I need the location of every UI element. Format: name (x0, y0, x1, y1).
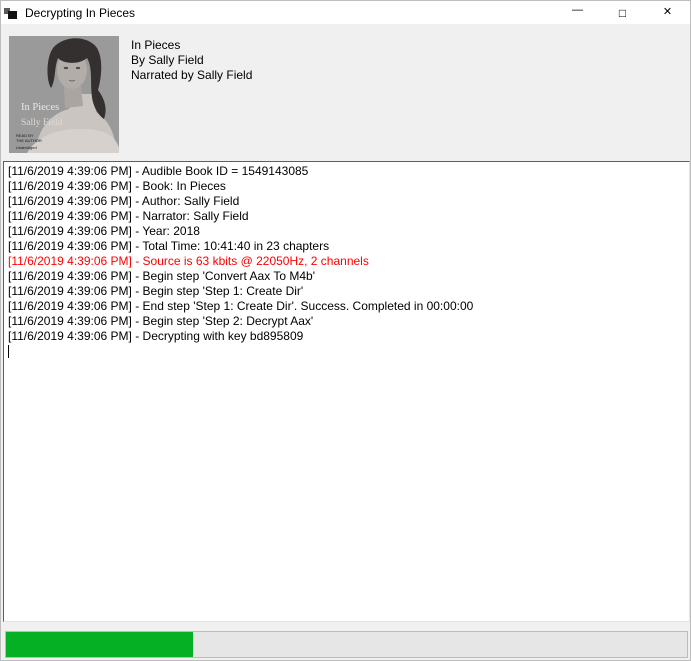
maximize-button[interactable]: □ (600, 1, 645, 24)
close-button[interactable]: ✕ (645, 1, 690, 24)
book-title: In Pieces (131, 38, 252, 53)
close-icon: ✕ (663, 7, 672, 18)
progress-bar (5, 631, 688, 658)
log-line: [11/6/2019 4:39:06 PM] - Year: 2018 (8, 224, 685, 239)
minimize-icon: — (572, 5, 583, 16)
log-line: [11/6/2019 4:39:06 PM] - Begin step 'Ste… (8, 314, 685, 329)
book-narrator: Narrated by Sally Field (131, 68, 252, 83)
cover-badge-line3: Unabridged (16, 145, 37, 150)
app-window: Decrypting In Pieces — □ ✕ (0, 0, 691, 661)
log-line: [11/6/2019 4:39:06 PM] - Begin step 'Ste… (8, 284, 685, 299)
log-line: [11/6/2019 4:39:06 PM] - Source is 63 kb… (8, 254, 685, 269)
window-controls: — □ ✕ (555, 1, 690, 24)
app-icon (4, 6, 17, 19)
progress-fill (6, 632, 193, 657)
log-line: [11/6/2019 4:39:06 PM] - End step 'Step … (8, 299, 685, 314)
book-cover-image: In Pieces Sally Field READ BY THE AUTHOR… (9, 36, 119, 153)
log-line: [11/6/2019 4:39:06 PM] - Total Time: 10:… (8, 239, 685, 254)
maximize-icon: □ (619, 7, 626, 19)
book-author: By Sally Field (131, 53, 252, 68)
text-caret (8, 345, 9, 358)
log-line: [11/6/2019 4:39:06 PM] - Author: Sally F… (8, 194, 685, 209)
log-textbox[interactable]: [11/6/2019 4:39:06 PM] - Audible Book ID… (3, 161, 690, 622)
cover-author-text: Sally Field (21, 118, 63, 128)
cover-title-text: In Pieces (21, 102, 59, 113)
log-line: [11/6/2019 4:39:06 PM] - Book: In Pieces (8, 179, 685, 194)
book-info-label: In Pieces By Sally Field Narrated by Sal… (131, 38, 252, 83)
minimize-button[interactable]: — (555, 1, 600, 24)
log-line: [11/6/2019 4:39:06 PM] - Begin step 'Con… (8, 269, 685, 284)
cover-badge-line2: THE AUTHOR (16, 138, 42, 143)
log-line: [11/6/2019 4:39:06 PM] - Audible Book ID… (8, 164, 685, 179)
window-title: Decrypting In Pieces (25, 6, 135, 20)
log-line: [11/6/2019 4:39:06 PM] - Decrypting with… (8, 329, 685, 344)
caret-line (8, 344, 685, 359)
log-line: [11/6/2019 4:39:06 PM] - Narrator: Sally… (8, 209, 685, 224)
title-bar: Decrypting In Pieces — □ ✕ (1, 1, 690, 24)
